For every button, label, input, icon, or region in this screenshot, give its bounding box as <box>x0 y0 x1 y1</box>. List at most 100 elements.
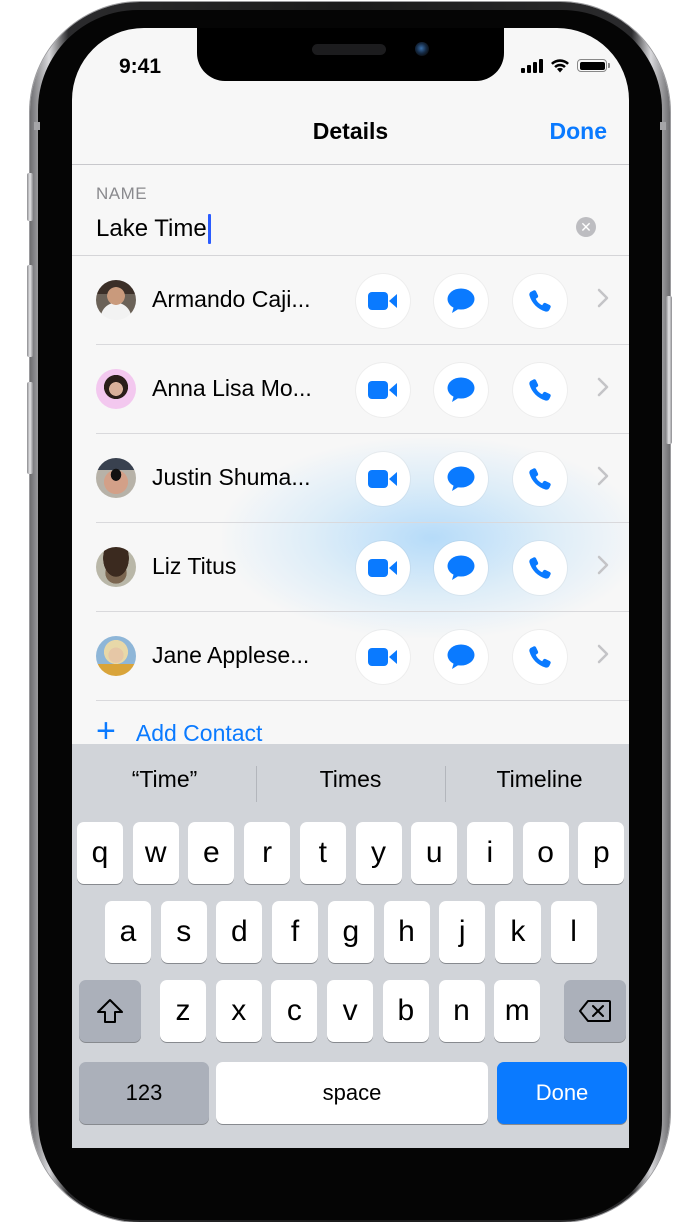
status-time: 9:41 <box>119 55 162 78</box>
nav-divider <box>72 164 629 165</box>
antenna-band <box>34 122 40 130</box>
keyboard: “Time” Times Timeline qwertyuiop asdfghj… <box>72 744 629 1148</box>
message-icon <box>447 644 475 670</box>
phone-icon <box>528 289 552 313</box>
key-c[interactable]: c <box>271 980 318 1042</box>
key-b[interactable]: b <box>382 980 429 1042</box>
key-h[interactable]: h <box>383 901 430 963</box>
key-o[interactable]: o <box>522 822 569 884</box>
phone-icon <box>528 645 552 669</box>
clear-text-button[interactable]: ✕ <box>576 217 596 237</box>
key-l[interactable]: l <box>550 901 597 963</box>
key-t[interactable]: t <box>299 822 346 884</box>
key-n[interactable]: n <box>438 980 485 1042</box>
key-i[interactable]: i <box>466 822 513 884</box>
message-icon <box>447 466 475 492</box>
video-call-icon <box>368 647 398 667</box>
phone-button[interactable] <box>513 630 567 684</box>
contact-row[interactable]: Jane Applese... <box>72 612 629 701</box>
contact-row[interactable]: Liz Titus <box>72 523 629 612</box>
battery-icon <box>577 59 610 72</box>
key-e[interactable]: e <box>188 822 235 884</box>
message-button[interactable] <box>434 541 488 595</box>
numbers-key[interactable]: 123 <box>79 1062 209 1124</box>
silent-switch <box>27 173 33 221</box>
chevron-right-icon[interactable] <box>597 644 609 669</box>
avatar <box>96 636 136 676</box>
key-u[interactable]: u <box>411 822 458 884</box>
key-k[interactable]: k <box>494 901 541 963</box>
message-button[interactable] <box>434 363 488 417</box>
chevron-right-icon[interactable] <box>597 288 609 313</box>
key-q[interactable]: q <box>77 822 123 884</box>
video-call-button[interactable] <box>356 541 410 595</box>
cellular-signal-icon <box>521 58 543 73</box>
phone-button[interactable] <box>513 363 567 417</box>
video-call-icon <box>368 380 398 400</box>
key-y[interactable]: y <box>355 822 402 884</box>
avatar <box>96 547 136 587</box>
chevron-right-icon[interactable] <box>597 466 609 491</box>
clear-circle-icon: ✕ <box>580 219 592 235</box>
video-call-icon <box>368 558 398 578</box>
key-w[interactable]: w <box>132 822 179 884</box>
key-d[interactable]: d <box>216 901 263 963</box>
phone-button[interactable] <box>513 452 567 506</box>
key-x[interactable]: x <box>215 980 262 1042</box>
page-title: Details <box>312 118 389 144</box>
contact-row[interactable]: Anna Lisa Mo... <box>72 345 629 434</box>
suggestion-divider <box>445 766 446 802</box>
suggestion-item[interactable]: “Time” <box>72 766 257 793</box>
key-v[interactable]: v <box>327 980 374 1042</box>
predictive-bar: “Time” Times Timeline <box>72 744 629 824</box>
chevron-right-icon[interactable] <box>597 377 609 402</box>
key-r[interactable]: r <box>244 822 291 884</box>
contact-list: Armando Caji... Anna Lisa Mo... Justin Shu… <box>72 256 629 701</box>
side-button <box>666 296 672 444</box>
message-button[interactable] <box>434 630 488 684</box>
message-button[interactable] <box>434 452 488 506</box>
key-j[interactable]: j <box>439 901 486 963</box>
status-icons <box>521 58 610 73</box>
chevron-right-icon[interactable] <box>597 555 609 580</box>
video-call-button[interactable] <box>356 452 410 506</box>
contact-row[interactable]: Armando Caji... <box>72 256 629 345</box>
phone-icon <box>528 556 552 580</box>
done-button[interactable]: Done <box>550 118 608 145</box>
key-p[interactable]: p <box>578 822 625 884</box>
key-g[interactable]: g <box>327 901 374 963</box>
shift-key[interactable] <box>79 980 141 1042</box>
key-f[interactable]: f <box>272 901 319 963</box>
contact-row[interactable]: Justin Shuma... <box>72 434 629 523</box>
delete-key[interactable] <box>564 980 626 1042</box>
phone-button[interactable] <box>513 541 567 595</box>
keyboard-done-key[interactable]: Done <box>497 1062 627 1124</box>
phone-icon <box>528 467 552 491</box>
video-call-button[interactable] <box>356 274 410 328</box>
add-contact-label: Add Contact <box>135 719 263 746</box>
key-s[interactable]: s <box>160 901 207 963</box>
avatar <box>96 369 136 409</box>
video-call-button[interactable] <box>356 630 410 684</box>
video-call-button[interactable] <box>356 363 410 417</box>
video-call-icon <box>368 469 398 489</box>
suggestion-item[interactable]: Times <box>258 766 443 793</box>
contact-name: Armando Caji... <box>152 286 311 312</box>
notch <box>197 28 504 81</box>
volume-up-button <box>27 265 33 357</box>
key-z[interactable]: z <box>160 980 206 1042</box>
space-key[interactable]: space <box>216 1062 488 1124</box>
key-a[interactable]: a <box>105 901 151 963</box>
plus-icon: + <box>96 712 116 750</box>
group-name-input[interactable]: Lake Time <box>96 212 606 246</box>
contact-name: Jane Applese... <box>152 642 310 668</box>
message-button[interactable] <box>434 274 488 328</box>
group-name-value: Lake Time <box>96 215 207 242</box>
row-divider <box>96 700 629 701</box>
suggestion-item[interactable]: Timeline <box>447 766 629 793</box>
key-m[interactable]: m <box>494 980 541 1042</box>
contact-name: Anna Lisa Mo... <box>152 375 312 401</box>
message-icon <box>447 377 475 403</box>
phone-button[interactable] <box>513 274 567 328</box>
backspace-icon <box>579 1000 611 1022</box>
